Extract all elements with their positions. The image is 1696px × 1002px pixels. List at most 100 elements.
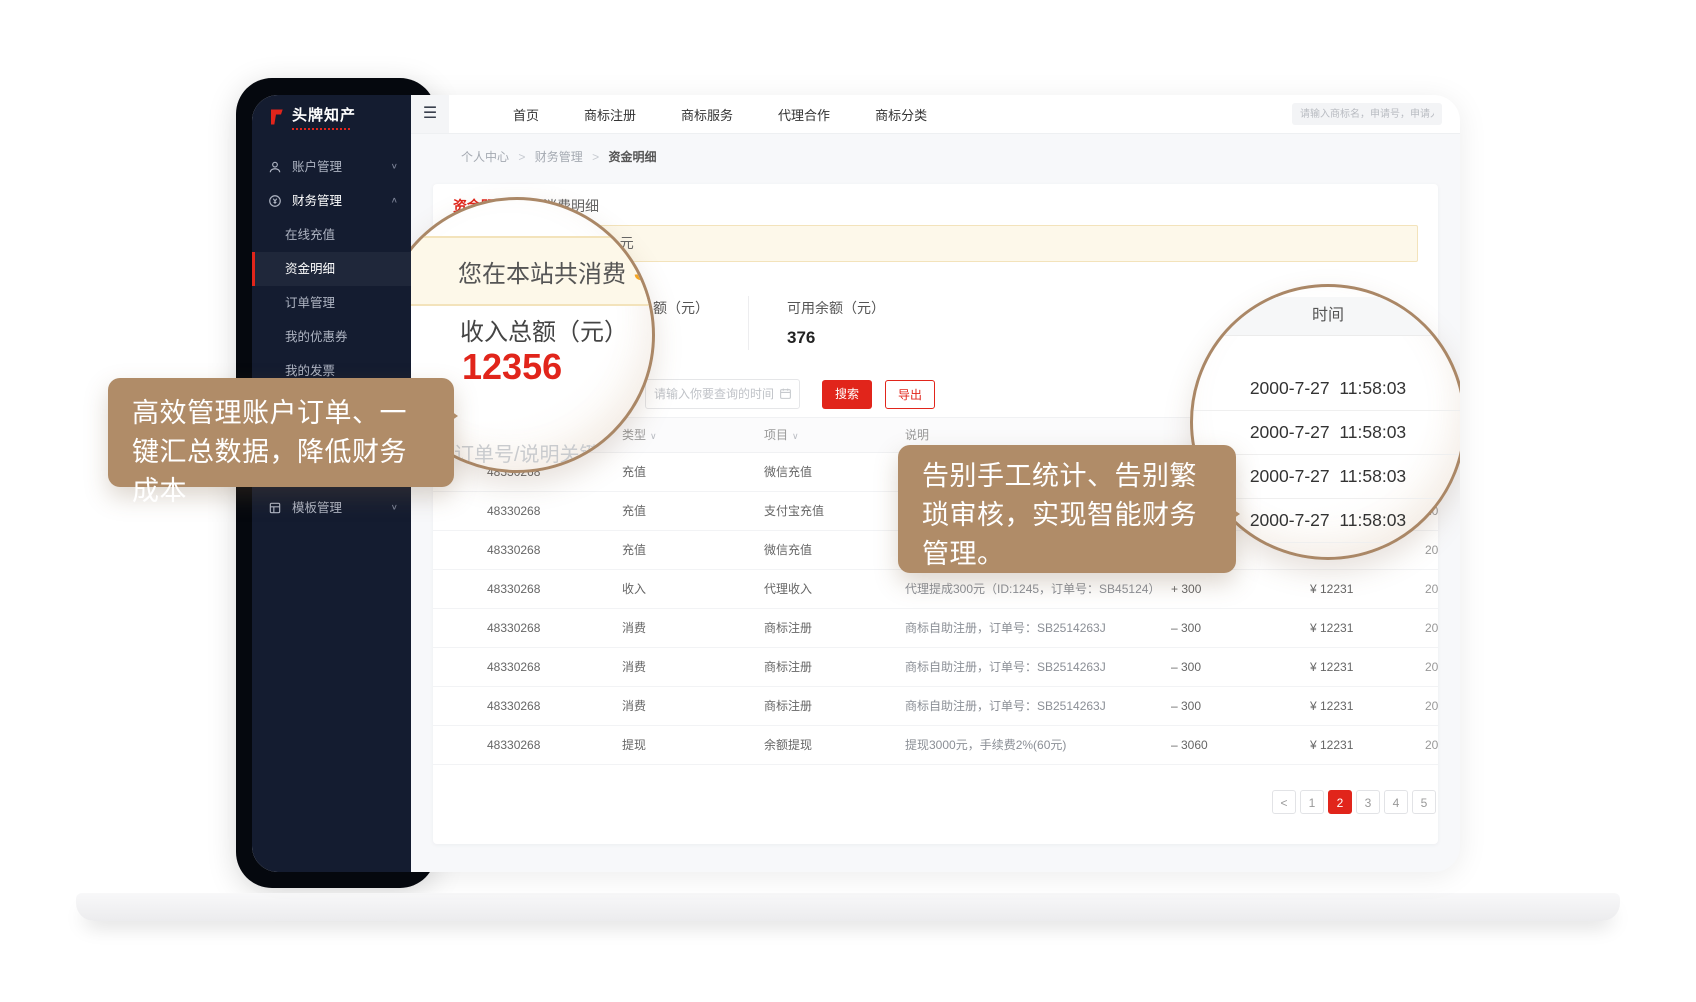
- nav-agent-cooperation[interactable]: 代理合作: [778, 105, 830, 124]
- header-item[interactable]: 项目∨: [764, 418, 799, 453]
- cell-amount: – 300: [1171, 609, 1201, 647]
- cell-order: 48330268: [487, 687, 540, 725]
- cell-amount: – 3060: [1171, 726, 1208, 764]
- cell-item: 商标注册: [764, 609, 812, 647]
- logo-icon: [266, 107, 286, 127]
- cell-time: 2000-7-27 11:58:03: [1425, 726, 1438, 764]
- sidebar-item-finance[interactable]: 财务管理 ∧: [252, 184, 411, 218]
- sort-icon: ∨: [792, 431, 799, 441]
- cell-order: 48330268: [487, 570, 540, 608]
- stat-divider: [748, 296, 749, 350]
- page: { "sidebar": { "logo_text": "头牌知产", "ite…: [0, 0, 1696, 1002]
- search-button[interactable]: 搜索: [822, 380, 872, 409]
- cell-desc: 提现3000元，手续费2%(60元): [905, 726, 1066, 764]
- cell-type: 充值: [622, 531, 646, 569]
- sidebar-item-coupons[interactable]: 我的优惠券: [252, 320, 411, 354]
- cell-amount: – 300: [1171, 648, 1201, 686]
- cell-order: 48330268: [487, 609, 540, 647]
- hamburger-icon[interactable]: ☰: [411, 95, 449, 133]
- cell-time: 2000-7-27 11:58:03: [1425, 648, 1438, 686]
- chevron-down-icon: ∨: [391, 153, 398, 180]
- cell-order: 48330268: [487, 492, 540, 530]
- header-type[interactable]: 类型∨: [622, 418, 657, 453]
- finance-icon: [268, 194, 282, 208]
- sidebar-item-orders[interactable]: 订单管理: [252, 286, 411, 320]
- cell-item: 商标注册: [764, 687, 812, 725]
- cell-desc: 代理提成300元（ID:1245，订单号：SB45124）: [905, 570, 1160, 608]
- stat-balance: 可用余额（元） 376: [787, 298, 885, 348]
- table-row: 48330268 消费 商标注册 商标自助注册，订单号：SB2514263J –…: [433, 609, 1438, 648]
- stat-balance-value: 376: [787, 328, 885, 348]
- nav-trademark-category[interactable]: 商标分类: [875, 105, 927, 124]
- breadcrumb: 个人中心 > 财务管理 > 资金明细: [411, 134, 1460, 165]
- table-row: 48330268 消费 商标注册 商标自助注册，订单号：SB2514263J –…: [433, 687, 1438, 726]
- cell-item: 余额提现: [764, 726, 812, 764]
- cell-type: 提现: [622, 726, 646, 764]
- export-button[interactable]: 导出: [885, 380, 935, 409]
- cell-type: 充值: [622, 453, 646, 491]
- cell-item: 微信充值: [764, 453, 812, 491]
- nav-trademark-register[interactable]: 商标注册: [584, 105, 636, 124]
- cell-balance: ¥ 12231: [1310, 609, 1353, 647]
- cell-desc: 商标自助注册，订单号：SB2514263J: [905, 648, 1106, 686]
- pagination-page-4[interactable]: 4: [1384, 790, 1408, 814]
- table-row: 48330268 消费 商标注册 商标自助注册，订单号：SB2514263J –…: [433, 648, 1438, 687]
- cell-type: 消费: [622, 687, 646, 725]
- table-row: 48330268 收入 代理收入 代理提成300元（ID:1245，订单号：SB…: [433, 570, 1438, 609]
- magnified-amount: 32124: [634, 255, 655, 288]
- time-filter-input[interactable]: [645, 379, 800, 409]
- chevron-up-icon: ∧: [391, 187, 398, 214]
- callout-left: 高效管理账户订单、一键汇总数据，降低财务成本: [108, 378, 454, 487]
- cell-time: 2000-7-27 11:58:03: [1425, 687, 1438, 725]
- sidebar-item-recharge[interactable]: 在线充值: [252, 218, 411, 252]
- pagination-prev[interactable]: <: [1272, 790, 1296, 814]
- breadcrumb-finance[interactable]: 财务管理: [535, 150, 583, 164]
- calendar-icon[interactable]: [779, 387, 792, 400]
- breadcrumb-personal-center[interactable]: 个人中心: [461, 150, 509, 164]
- laptop-base: [76, 893, 1620, 921]
- cell-type: 消费: [622, 648, 646, 686]
- top-nav: ☰ 首页 商标注册 商标服务 代理合作 商标分类: [411, 95, 1460, 134]
- nav-home[interactable]: 首页: [513, 105, 539, 124]
- sidebar-item-account[interactable]: 账户管理 ∨: [252, 150, 411, 184]
- cell-type: 收入: [622, 570, 646, 608]
- nav-trademark-service[interactable]: 商标服务: [681, 105, 733, 124]
- cell-amount: – 300: [1171, 687, 1201, 725]
- cell-balance: ¥ 12231: [1310, 570, 1353, 608]
- logo: 头牌知产: [266, 107, 356, 130]
- pagination-page-1[interactable]: 1: [1300, 790, 1324, 814]
- pagination: < 1 2 3 4 5 >: [1272, 790, 1438, 814]
- cell-item: 支付宝充值: [764, 492, 824, 530]
- cell-time: 2000-7-27 11:58:03: [1425, 570, 1438, 608]
- pagination-page-5[interactable]: 5: [1412, 790, 1436, 814]
- search-input[interactable]: [1292, 103, 1442, 125]
- magnified-income-value: 12356: [462, 346, 562, 388]
- magnified-notice: 您在本站共消费32124元: [379, 236, 655, 306]
- cell-item: 代理收入: [764, 570, 812, 608]
- magnified-time-header: 时间: [1193, 297, 1460, 336]
- pagination-page-3[interactable]: 3: [1356, 790, 1380, 814]
- cell-balance: ¥ 12231: [1310, 648, 1353, 686]
- cell-item: 微信充值: [764, 531, 812, 569]
- pagination-page-2[interactable]: 2: [1328, 790, 1352, 814]
- sort-icon: ∨: [650, 431, 657, 441]
- cell-type: 充值: [622, 492, 646, 530]
- magnified-keyword-placeholder: 订单号/说明关键字: [454, 438, 620, 467]
- magnified-time-row: 2000-7-27 11:58:03: [1193, 366, 1460, 411]
- cell-balance: ¥ 12231: [1310, 687, 1353, 725]
- cell-item: 商标注册: [764, 648, 812, 686]
- magnified-income-label: 收入总额（元）: [460, 312, 628, 347]
- cell-desc: 商标自助注册，订单号：SB2514263J: [905, 687, 1106, 725]
- cell-time: 2000-7-27 11:58:03: [1425, 609, 1438, 647]
- cell-amount: + 300: [1171, 570, 1201, 608]
- breadcrumb-funds-detail: 资金明细: [608, 150, 656, 164]
- user-icon: [268, 160, 282, 174]
- cell-type: 消费: [622, 609, 646, 647]
- cell-desc: 商标自助注册，订单号：SB2514263J: [905, 609, 1106, 647]
- cell-order: 48330268: [487, 726, 540, 764]
- cell-balance: ¥ 12231: [1310, 726, 1353, 764]
- cell-order: 48330268: [487, 531, 540, 569]
- logo-subline: [292, 128, 350, 130]
- callout-right: 告别手工统计、告别繁琐审核，实现智能财务管理。: [898, 445, 1236, 573]
- sidebar-item-funds-detail[interactable]: 资金明细: [252, 252, 411, 286]
